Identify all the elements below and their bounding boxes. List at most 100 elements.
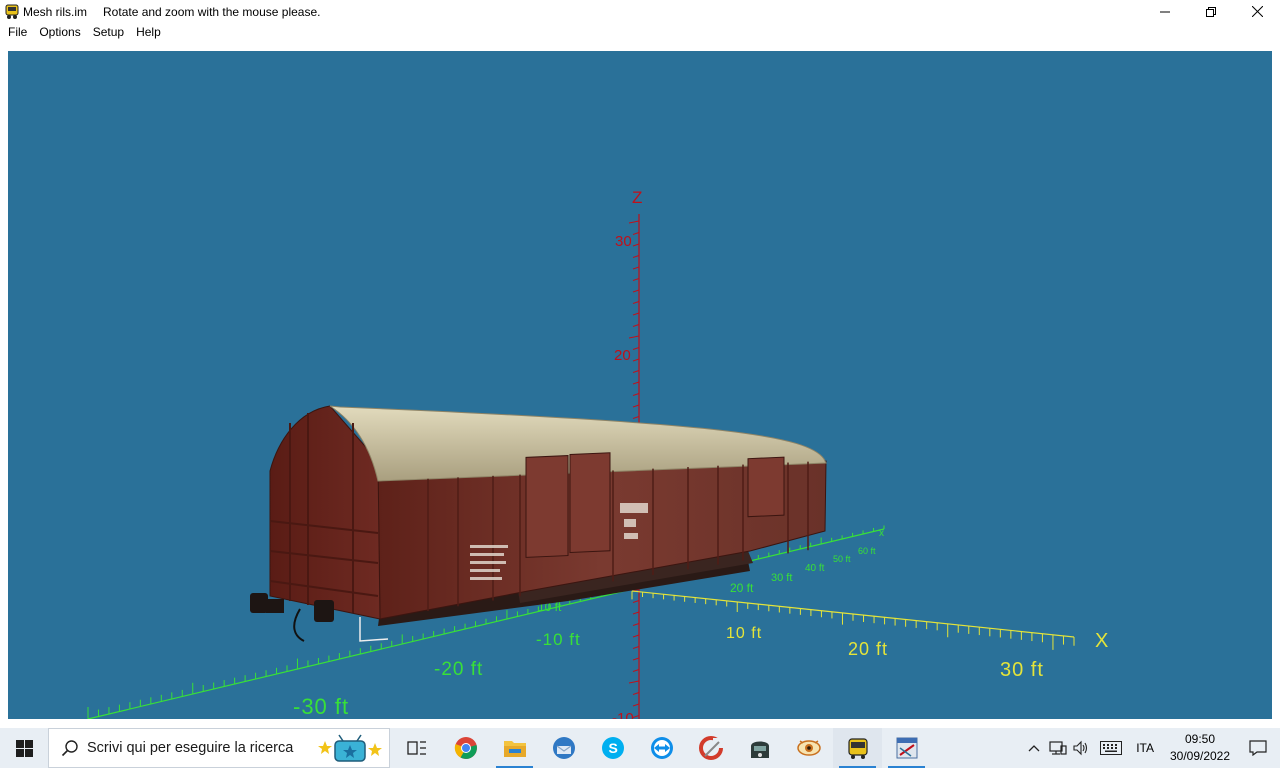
tray-network[interactable] — [1046, 728, 1070, 768]
taskbar-chrome[interactable] — [441, 728, 490, 768]
z-axis-tick — [632, 347, 640, 350]
z-axis-tick — [632, 243, 640, 247]
chevron-up-icon — [1028, 745, 1040, 752]
taskbar-ccleaner[interactable] — [686, 728, 735, 768]
window-app-name: Mesh rils.im — [23, 4, 88, 19]
window-title-message: Rotate and zoom with the mouse please. — [103, 4, 321, 19]
x-tick-10: 10 ft — [726, 625, 762, 642]
z-axis-tick — [632, 232, 640, 235]
z-axis-label: Z — [632, 188, 642, 207]
taskbar-skype[interactable]: S — [588, 728, 637, 768]
taskbar: Scrivi qui per eseguire la ricerca S ITA… — [0, 728, 1280, 768]
ccleaner-icon — [698, 736, 723, 760]
z-axis-tick — [632, 393, 640, 396]
z-tick-30: 30 — [615, 233, 632, 250]
y-tick-minus-30: -30 ft — [293, 694, 349, 719]
y-tick-50: 50 ft — [833, 554, 851, 564]
menu-help[interactable]: Help — [130, 23, 167, 42]
z-axis-tick — [632, 692, 640, 695]
z-axis-tick — [632, 611, 640, 615]
skype-icon: S — [601, 737, 624, 759]
x-tick-30: 30 ft — [1000, 659, 1044, 681]
z-axis-tick — [632, 646, 640, 649]
z-axis-tick — [632, 669, 640, 672]
keyboard-icon — [1100, 741, 1123, 755]
z-axis-tick — [632, 255, 640, 258]
clock-date: 30/09/2022 — [1169, 749, 1231, 763]
y-tick-20: 20 ft — [730, 581, 754, 595]
z-axis-tick — [632, 416, 640, 419]
taskbar-thunderbird[interactable] — [539, 728, 588, 768]
z-axis-tick — [632, 623, 640, 626]
search-input[interactable] — [87, 740, 317, 756]
search-icon — [61, 740, 78, 757]
taskbar-task-view[interactable] — [392, 728, 441, 768]
z-axis-tick — [628, 220, 640, 224]
menu-setup[interactable]: Setup — [87, 23, 130, 42]
z-axis-tick — [632, 657, 640, 661]
z-axis-tick — [632, 404, 640, 408]
restore-button[interactable] — [1188, 0, 1234, 23]
z-axis-tick — [632, 600, 640, 603]
chrome-icon — [454, 737, 477, 759]
title-bar: Mesh rils.im Rotate and zoom with the mo… — [0, 0, 1280, 23]
taskbar-trainz[interactable] — [735, 728, 784, 768]
search-highlight-icon[interactable] — [317, 733, 383, 765]
z-axis-tick — [628, 680, 640, 684]
svg-text:S: S — [608, 740, 617, 756]
tray-language[interactable]: ITA — [1128, 741, 1164, 755]
menu-file[interactable]: File — [2, 23, 33, 42]
windows-logo-icon — [15, 739, 33, 757]
tray-clock[interactable]: 09:50 30/09/2022 — [1164, 731, 1236, 765]
eye-app-icon — [796, 740, 821, 756]
taskbar-eye-app[interactable] — [784, 728, 833, 768]
scene-canvas[interactable]: Z 30 20 -10 -10 ft -20 ft -30 ft 10 ft 2… — [8, 51, 1272, 719]
y-tick-30: 30 ft — [771, 572, 792, 584]
teamviewer-icon — [650, 737, 673, 759]
clock-time: 09:50 — [1184, 732, 1216, 746]
close-button[interactable] — [1234, 0, 1280, 23]
volume-icon — [1073, 740, 1088, 756]
close-icon — [1251, 6, 1263, 17]
z-axis-tick — [632, 370, 640, 373]
tray-overflow-button[interactable] — [1022, 728, 1046, 768]
z-axis-tick — [632, 715, 640, 718]
tray-volume[interactable] — [1070, 728, 1094, 768]
system-tray: ITA 09:50 30/09/2022 — [1022, 728, 1280, 768]
y-tick-60: 60 ft — [858, 546, 876, 556]
tray-keyboard[interactable] — [1094, 728, 1128, 768]
restore-icon — [1206, 6, 1216, 17]
y-tick-minus-10: -10 ft — [536, 630, 581, 649]
z-axis-tick — [628, 335, 640, 339]
file-explorer-icon — [503, 741, 526, 757]
network-icon — [1049, 741, 1067, 755]
trainz-icon — [750, 741, 769, 758]
y-tick-minus-20: -20 ft — [434, 659, 483, 680]
menu-options[interactable]: Options — [33, 23, 86, 42]
z-axis-tick — [632, 301, 640, 304]
app-icon — [5, 4, 19, 19]
minimize-button[interactable] — [1142, 0, 1188, 23]
y-tick-40: 40 ft — [805, 563, 825, 574]
taskbar-search[interactable] — [48, 728, 390, 768]
taskbar-mesh-viewer[interactable] — [882, 728, 931, 768]
thunderbird-icon — [552, 737, 575, 759]
z-tick-minus-10: -10 — [612, 710, 634, 719]
y-axis-end-mark: x — [879, 528, 884, 539]
x-axis-label: X — [1095, 630, 1108, 652]
z-axis-tick — [632, 324, 640, 327]
z-axis-tick — [632, 381, 640, 385]
taskbar-file-explorer[interactable] — [490, 728, 539, 768]
x-axis: 10 ft 20 ft 30 ft X — [631, 590, 1108, 681]
z-axis-tick — [632, 289, 640, 293]
task-view-icon — [406, 741, 426, 755]
x-tick-20: 20 ft — [848, 639, 888, 659]
taskbar-teamviewer[interactable] — [637, 728, 686, 768]
tram-app-icon — [847, 738, 868, 759]
notification-button[interactable] — [1236, 728, 1280, 768]
z-axis-tick — [632, 634, 640, 638]
3d-viewport[interactable]: Z 30 20 -10 -10 ft -20 ft -30 ft 10 ft 2… — [8, 51, 1272, 719]
start-button[interactable] — [0, 728, 48, 768]
notification-icon — [1249, 740, 1267, 756]
taskbar-tram-app[interactable] — [833, 728, 882, 768]
